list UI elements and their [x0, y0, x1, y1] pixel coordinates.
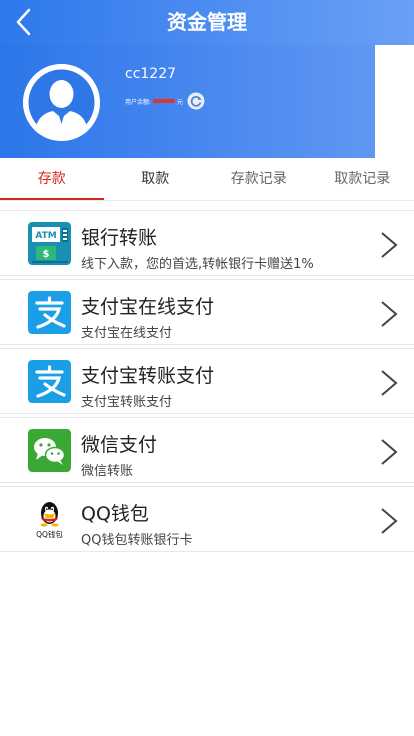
item-title: 支付宝转账支付 — [81, 365, 215, 387]
tab-deposit-records[interactable]: 存款记录 — [207, 158, 311, 200]
list-item-alipay-transfer[interactable]: 支付宝转账支付 支付宝转账支付 — [0, 348, 414, 414]
item-subtitle: 线下入款，您的首选,转帐银行卡赠送1% — [81, 257, 314, 272]
balance-value — [153, 99, 176, 103]
refresh-icon[interactable] — [187, 92, 205, 110]
top-bar: 资金管理 — [0, 0, 414, 45]
chevron-right-icon — [376, 300, 400, 328]
username: cc1227 — [125, 66, 177, 82]
svg-text:$: $ — [43, 249, 50, 260]
chevron-right-icon — [376, 231, 400, 259]
balance-label: 用户余额: — [125, 98, 152, 106]
list-item-wechat-pay[interactable]: 微信支付 微信转账 — [0, 417, 414, 483]
atm-icon: ATM $ — [28, 222, 71, 265]
item-subtitle: QQ钱包转账银行卡 — [81, 533, 193, 548]
tab-deposit[interactable]: 存款 — [0, 158, 104, 200]
list-item-alipay-online[interactable]: 支付宝在线支付 支付宝在线支付 — [0, 279, 414, 345]
wechat-icon — [28, 429, 71, 472]
alipay-icon — [28, 291, 71, 334]
payment-method-list: ATM $ 银行转账 线下入款，您的首选,转帐银行卡赠送1% 支付宝在线支付 支… — [0, 210, 414, 555]
list-item-qq-wallet[interactable]: QQ钱包 QQ钱包 QQ钱包转账银行卡 — [0, 486, 414, 552]
list-item-bank-transfer[interactable]: ATM $ 银行转账 线下入款，您的首选,转帐银行卡赠送1% — [0, 210, 414, 276]
item-subtitle: 微信转账 — [81, 464, 134, 479]
item-subtitle: 支付宝在线支付 — [81, 326, 173, 341]
item-title: 银行转账 — [81, 227, 158, 249]
avatar — [23, 64, 100, 141]
tab-withdraw[interactable]: 取款 — [104, 158, 208, 200]
qq-wallet-icon: QQ钱包 — [28, 498, 71, 541]
profile-banner: cc1227 用户余额: 元 — [0, 45, 375, 158]
balance-unit: 元 — [177, 98, 184, 106]
item-subtitle: 支付宝转账支付 — [81, 395, 173, 410]
chevron-right-icon — [376, 438, 400, 466]
balance-row: 用户余额: 元 — [125, 92, 205, 110]
item-title: QQ钱包 — [81, 503, 149, 525]
tab-withdraw-records[interactable]: 取款记录 — [311, 158, 414, 200]
svg-text:ATM: ATM — [35, 231, 56, 241]
back-arrow-icon[interactable] — [10, 6, 42, 38]
item-title: 微信支付 — [81, 434, 158, 456]
page-title: 资金管理 — [167, 10, 247, 34]
item-title: 支付宝在线支付 — [81, 296, 215, 318]
chevron-right-icon — [376, 507, 400, 535]
alipay-icon — [28, 360, 71, 403]
chevron-right-icon — [376, 369, 400, 397]
qq-wallet-icon-text: QQ钱包 — [36, 529, 63, 539]
tab-bar: 存款 取款 存款记录 取款记录 — [0, 158, 414, 201]
